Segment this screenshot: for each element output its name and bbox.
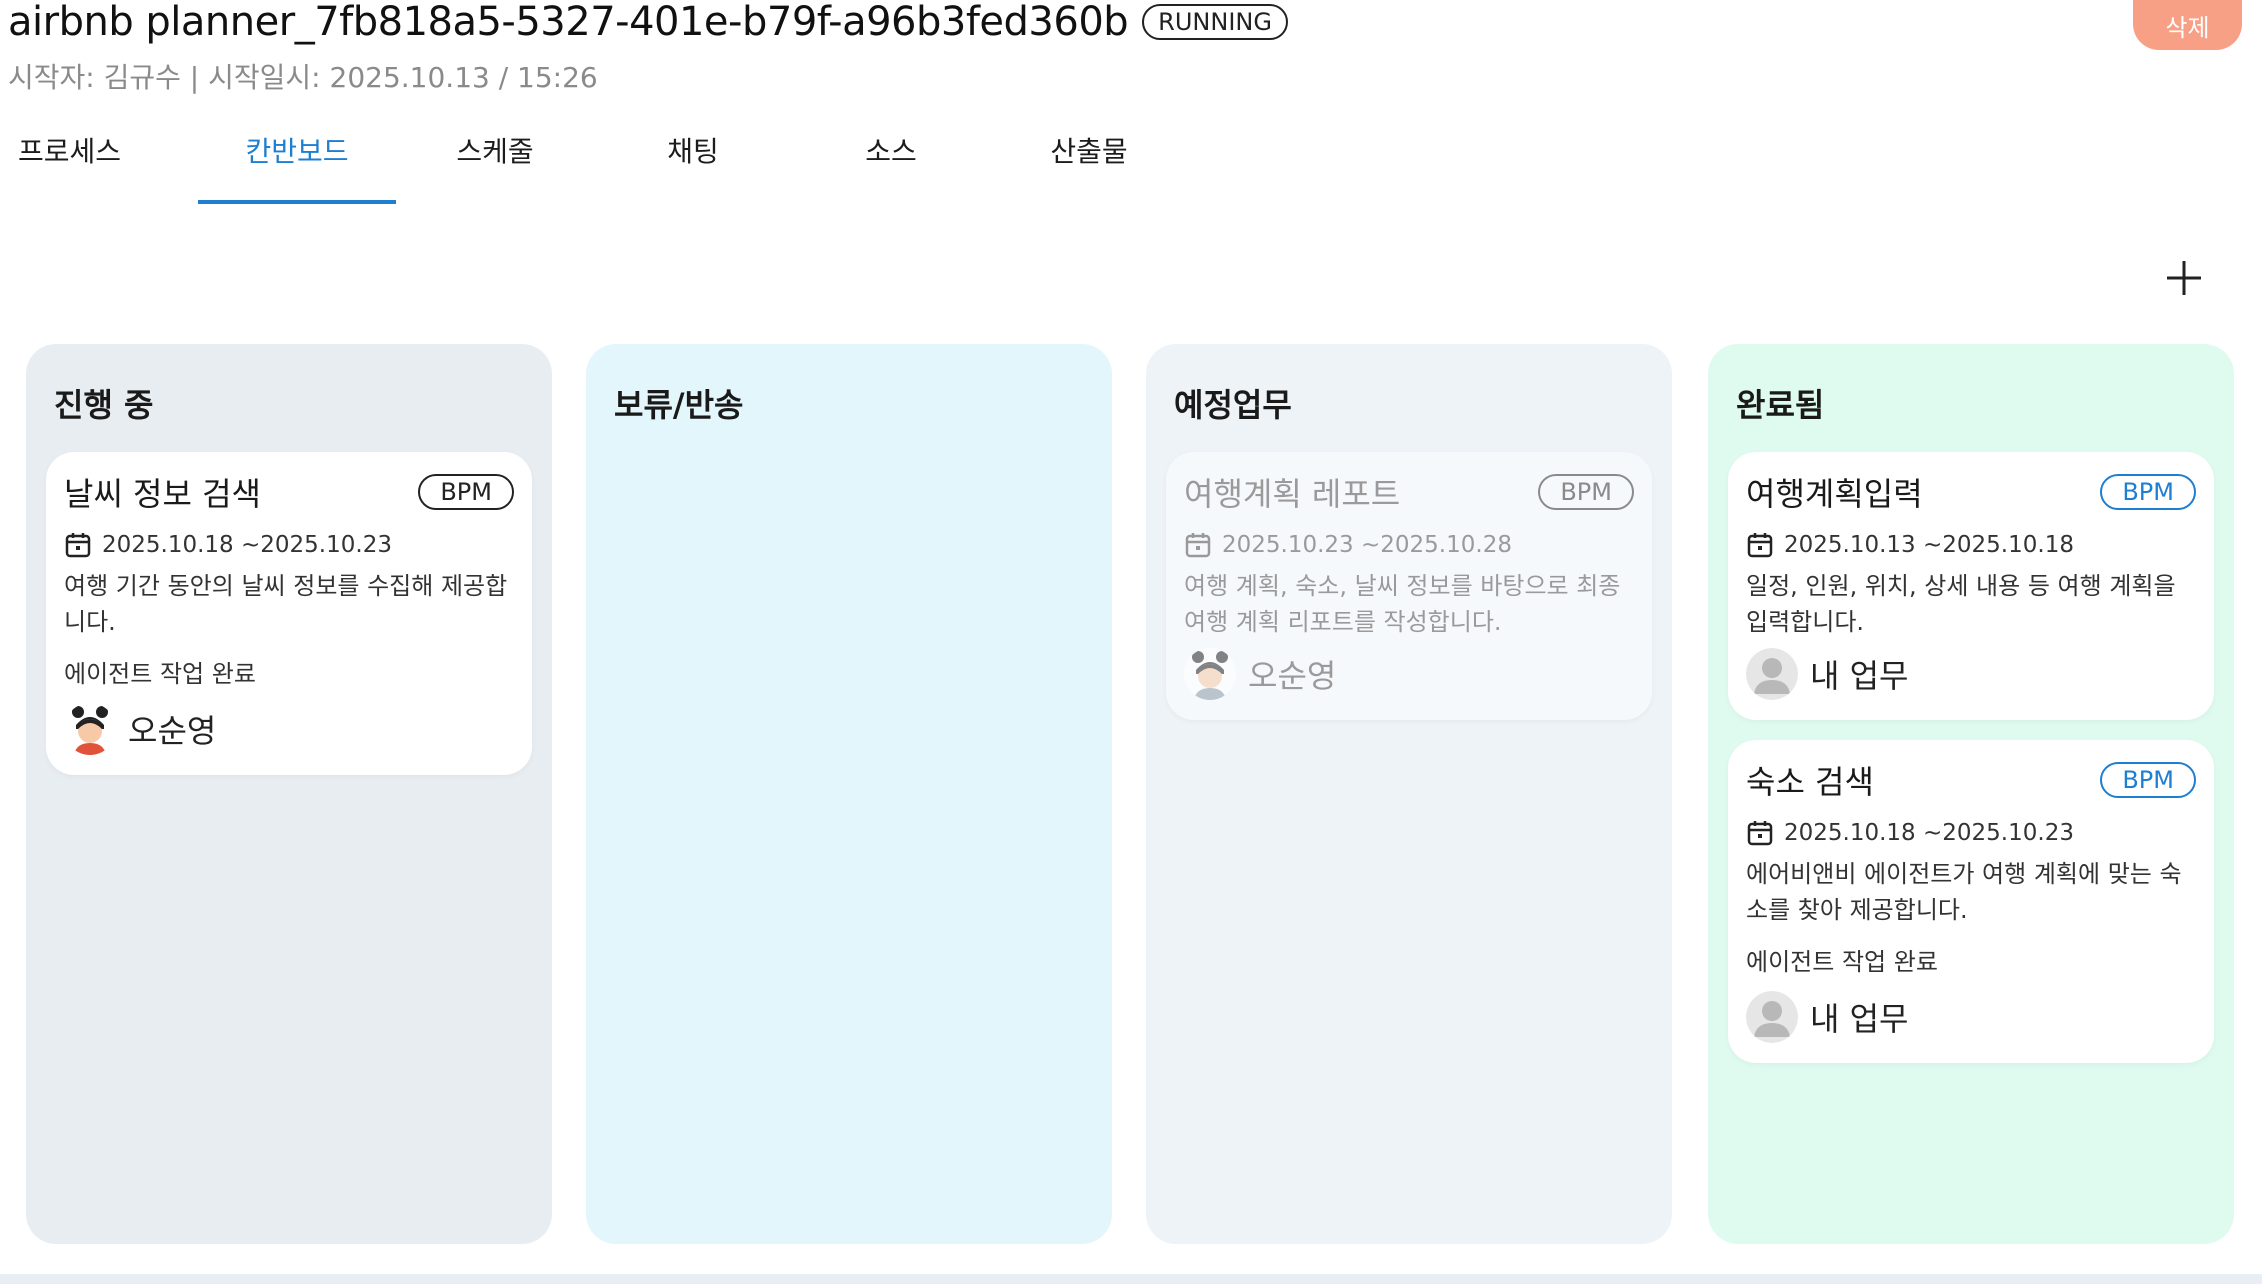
card-title: 숙소 검색 [1746, 763, 1874, 801]
avatar [1184, 648, 1236, 700]
task-card[interactable]: 여행계획입력 BPM 2025.10.13 ~2025.10.18 일정, 인원… [1728, 452, 2214, 720]
assignee-name: 내 업무 [1810, 657, 1909, 695]
user-avatar-icon [1746, 991, 1798, 1043]
task-card[interactable]: 날씨 정보 검색 BPM 2025.10.18 ~2025.10.23 여행 기… [46, 452, 532, 775]
task-card[interactable]: 여행계획 레포트 BPM 2025.10.23 ~2025.10.28 여행 계… [1166, 452, 1652, 720]
card-description: 에어비앤비 에이전트가 여행 계획에 맞는 숙소를 찾아 제공합니다. [1746, 860, 2182, 924]
bpm-badge: BPM [1538, 474, 1634, 510]
column-title: 예정업무 [1174, 386, 1292, 424]
user-avatar-icon [1746, 648, 1798, 700]
card-title: 여행계획 레포트 [1184, 475, 1401, 513]
bpm-badge: BPM [2100, 762, 2196, 798]
card-description: 일정, 인원, 위치, 상세 내용 등 여행 계획을 입력합니다. [1746, 572, 2176, 636]
kanban-column-scheduled: 예정업무 여행계획 레포트 BPM 2025.10.23 ~2025.10.28… [1146, 344, 1672, 1244]
card-status: 에이전트 작업 완료 [64, 660, 256, 688]
card-date: 2025.10.18 ~2025.10.23 [1784, 820, 2074, 846]
status-badge: RUNNING [1142, 4, 1288, 40]
card-status: 에이전트 작업 완료 [1746, 948, 1938, 976]
kanban-column-in-progress: 진행 중 날씨 정보 검색 BPM 2025.10.18 ~2025.10.23… [26, 344, 552, 1244]
page-subtitle: 시작자: 김규수 | 시작일시: 2025.10.13 / 15:26 [8, 61, 598, 94]
delete-button[interactable]: 삭제 [2133, 0, 2242, 50]
calendar-icon [1747, 821, 1773, 846]
tab-schedule[interactable]: 스케줄 [396, 120, 594, 204]
calendar-icon [1185, 533, 1211, 558]
card-title: 날씨 정보 검색 [64, 475, 261, 513]
tab-chat[interactable]: 채팅 [594, 120, 792, 204]
plus-icon [2167, 261, 2201, 295]
task-card[interactable]: 숙소 검색 BPM 2025.10.18 ~2025.10.23 에어비앤비 에… [1728, 740, 2214, 1063]
header: airbnb planner_7fb818a5-5327-401e-b79f-a… [8, 0, 1288, 45]
tab-process[interactable]: 프로세스 [0, 120, 198, 204]
column-title: 보류/반송 [614, 386, 744, 424]
tab-bar: 프로세스 칸반보드 스케줄 채팅 소스 산출물 [0, 120, 1188, 204]
card-title: 여행계획입력 [1746, 475, 1923, 513]
bpm-badge: BPM [2100, 474, 2196, 510]
assignee-name: 오순영 [128, 712, 217, 750]
kanban-column-done: 완료됨 여행계획입력 BPM 2025.10.13 ~2025.10.18 일정… [1708, 344, 2234, 1244]
bottom-divider [0, 1274, 2262, 1284]
card-description: 여행 기간 동안의 날씨 정보를 수집해 제공합니다. [64, 572, 508, 636]
calendar-icon [65, 533, 91, 558]
card-date: 2025.10.13 ~2025.10.18 [1784, 532, 2074, 558]
calendar-icon [1747, 533, 1773, 558]
assignee-name: 오순영 [1248, 657, 1337, 695]
column-title: 진행 중 [54, 386, 154, 424]
kanban-column-on-hold: 보류/반송 [586, 344, 1112, 1244]
column-title: 완료됨 [1736, 386, 1825, 424]
avatar [64, 703, 116, 755]
card-date: 2025.10.18 ~2025.10.23 [102, 532, 392, 558]
tab-kanban[interactable]: 칸반보드 [198, 120, 396, 204]
tab-source[interactable]: 소스 [792, 120, 990, 204]
card-date: 2025.10.23 ~2025.10.28 [1222, 532, 1512, 558]
bpm-badge: BPM [418, 474, 514, 510]
page-title: airbnb planner_7fb818a5-5327-401e-b79f-a… [8, 0, 1129, 45]
add-button[interactable] [2162, 256, 2206, 300]
assignee-name: 내 업무 [1810, 1000, 1909, 1038]
tab-output[interactable]: 산출물 [990, 120, 1188, 204]
card-description: 여행 계획, 숙소, 날씨 정보를 바탕으로 최종 여행 계획 리포트를 작성합… [1184, 572, 1621, 636]
